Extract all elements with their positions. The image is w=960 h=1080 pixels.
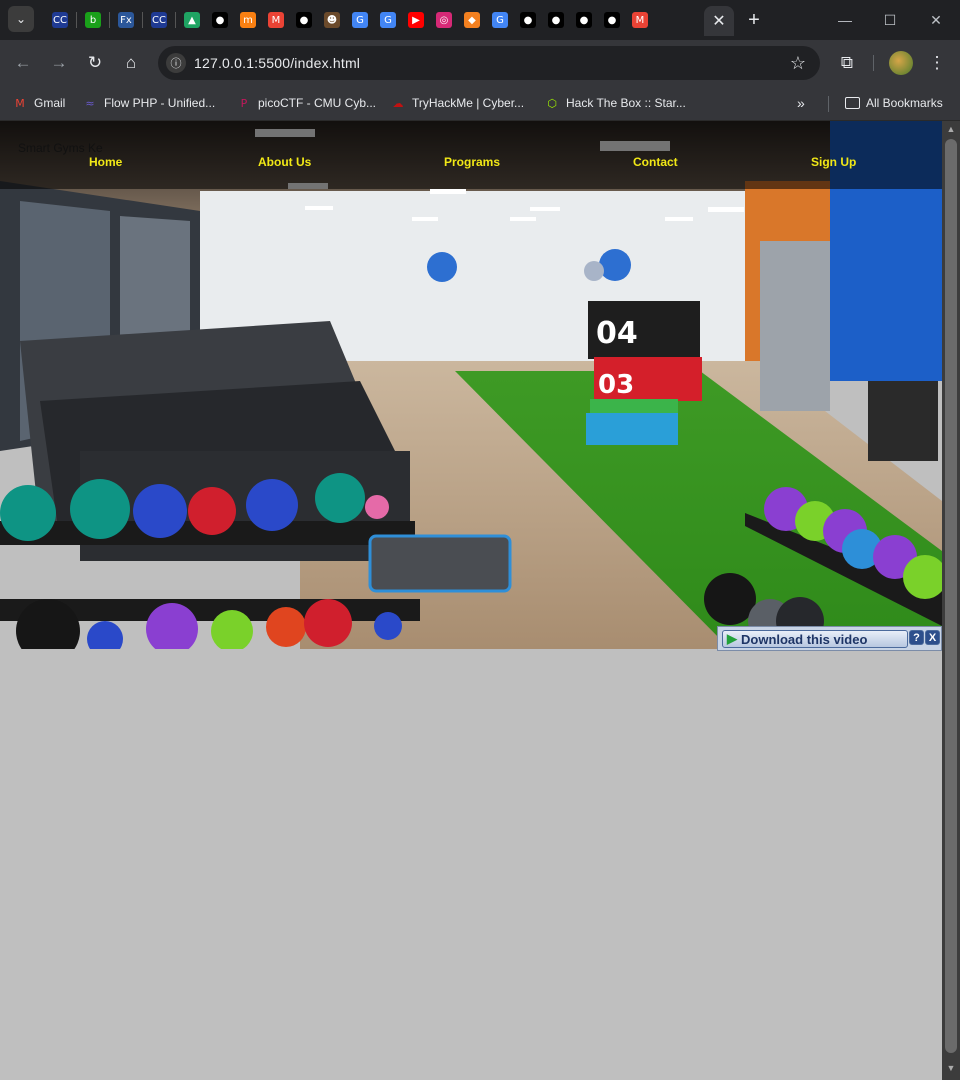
moodle-icon[interactable]: m xyxy=(240,12,256,28)
toolbar-divider xyxy=(873,55,874,71)
formula-icon[interactable]: Fx xyxy=(118,12,134,28)
google-icon[interactable]: G xyxy=(492,12,508,28)
gym-hero-image: 04 03 xyxy=(0,121,942,649)
gmail-icon: M xyxy=(15,96,25,110)
google-drive-icon[interactable]: ▲ xyxy=(184,12,200,28)
bookmark-label: Hack The Box :: Star... xyxy=(566,96,686,110)
instagram-icon[interactable]: ◎ xyxy=(436,12,452,28)
scroll-up-arrow-icon[interactable]: ▲ xyxy=(946,124,956,136)
site-navbar: Smart Gyms Ke Home About Us Programs Con… xyxy=(0,121,942,189)
nav-home-link[interactable]: Home xyxy=(89,155,122,169)
gmail-icon[interactable]: M xyxy=(632,12,648,28)
bookmark-item[interactable]: ⬡ Hack The Box :: Star... xyxy=(544,93,686,113)
address-bar[interactable]: ⓘ 127.0.0.1:5500/index.html ☆ xyxy=(158,46,820,80)
extensions-icon[interactable]: ⧉ xyxy=(834,50,860,76)
google-icon[interactable]: G xyxy=(352,12,368,28)
hacker-icon[interactable]: ☻ xyxy=(324,12,340,28)
hackthebox-icon: ⬡ xyxy=(547,96,557,110)
video-download-bar: ▶ Download this video ? X xyxy=(717,626,942,651)
github-icon[interactable]: ● xyxy=(212,12,228,28)
scrollbar-thumb[interactable] xyxy=(945,139,957,1053)
bookmark-label: TryHackMe | Cyber... xyxy=(412,96,525,110)
all-bookmarks-label: All Bookmarks xyxy=(866,96,943,110)
nav-about-link[interactable]: About Us xyxy=(258,155,311,169)
all-bookmarks-button[interactable]: All Bookmarks xyxy=(845,93,943,113)
picoctf-icon: P xyxy=(240,96,248,110)
site-info-icon[interactable]: ⓘ xyxy=(166,53,186,73)
bookmark-star-icon[interactable]: ☆ xyxy=(790,53,806,74)
bookmarks-bar: M Gmail ≈ Flow PHP - Unified... PpicoCTF - C… xyxy=(0,86,960,121)
codecademy-icon[interactable]: CC xyxy=(151,12,167,28)
profile-avatar[interactable] xyxy=(889,51,913,75)
help-button[interactable]: ? xyxy=(909,630,924,645)
folder-icon xyxy=(845,97,860,109)
bitdefender-icon[interactable]: b xyxy=(85,12,101,28)
tryhackme-icon: ☁ xyxy=(392,96,404,110)
download-video-label: Download this video xyxy=(741,631,868,647)
bookmark-item[interactable]: M Gmail xyxy=(12,93,65,113)
tab-separator xyxy=(76,12,77,28)
active-tab-close-button[interactable]: ✕ xyxy=(704,6,734,36)
github-icon[interactable]: ● xyxy=(548,12,564,28)
url-text[interactable]: 127.0.0.1:5500/index.html xyxy=(194,55,360,71)
nav-programs-link[interactable]: Programs xyxy=(444,155,500,169)
more-bookmarks-icon[interactable]: » xyxy=(797,93,805,113)
tab-strip: ⌄ CC b Fx CC ▲ ● m M ● ☻ G G ▶ ◎ ◆ G ● ● ● ● M ✕ + — ☐ ✕ xyxy=(0,0,960,40)
hero-video[interactable]: 04 03 Smart Gyms Ke Home About Us Progra… xyxy=(0,121,942,649)
tab-separator xyxy=(175,12,176,28)
tab-separator xyxy=(109,12,110,28)
google-icon[interactable]: G xyxy=(380,12,396,28)
bookmark-item[interactable]: PpicoCTF - CMU Cyb... xyxy=(236,93,376,113)
codecademy-icon[interactable]: CC xyxy=(52,12,68,28)
flow-php-icon: ≈ xyxy=(85,96,95,110)
forward-button[interactable]: → xyxy=(46,50,72,76)
minimize-button[interactable]: — xyxy=(830,6,860,34)
maximize-button[interactable]: ☐ xyxy=(875,6,905,34)
github-icon[interactable]: ● xyxy=(520,12,536,28)
bookmark-item[interactable]: ≈ Flow PHP - Unified... xyxy=(82,93,215,113)
tab-separator xyxy=(142,12,143,28)
bookmark-label: Flow PHP - Unified... xyxy=(104,96,216,110)
svg-text:03: 03 xyxy=(598,370,634,400)
close-download-bar-button[interactable]: X xyxy=(925,630,940,645)
site-brand[interactable]: Smart Gyms Ke xyxy=(18,141,103,155)
cloud-icon[interactable]: ◆ xyxy=(464,12,480,28)
close-window-button[interactable]: ✕ xyxy=(921,6,951,34)
bookmark-item[interactable]: ☁ TryHackMe | Cyber... xyxy=(390,93,525,113)
svg-text:04: 04 xyxy=(596,316,638,351)
scroll-down-arrow-icon[interactable]: ▼ xyxy=(946,1063,956,1075)
download-video-button[interactable]: ▶ Download this video xyxy=(722,630,908,648)
github-icon[interactable]: ● xyxy=(576,12,592,28)
page-viewport: 04 03 Smart Gyms Ke Home About Us Progra… xyxy=(0,121,942,1080)
bookmark-label: picoCTF - CMU Cyb... xyxy=(258,96,377,110)
tab-search-button[interactable]: ⌄ xyxy=(8,6,34,32)
tab-list: CC b Fx CC ▲ ● m M ● ☻ G G ▶ ◎ ◆ G ● ● ● ● M xyxy=(46,8,654,32)
new-tab-button[interactable]: + xyxy=(742,8,766,32)
menu-icon[interactable]: ⋮ xyxy=(924,50,950,76)
bookmarks-divider xyxy=(828,96,829,112)
nav-contact-link[interactable]: Contact xyxy=(633,155,678,169)
browser-chrome: ⌄ CC b Fx CC ▲ ● m M ● ☻ G G ▶ ◎ ◆ G ● ● ● ● M ✕ + — ☐ ✕ ← →… xyxy=(0,0,960,121)
gmail-icon[interactable]: M xyxy=(268,12,284,28)
youtube-icon[interactable]: ▶ xyxy=(408,12,424,28)
nav-signup-link[interactable]: Sign Up xyxy=(811,155,856,169)
bookmark-label: Gmail xyxy=(34,96,66,110)
back-button[interactable]: ← xyxy=(10,50,36,76)
github-icon[interactable]: ● xyxy=(296,12,312,28)
github-icon[interactable]: ● xyxy=(604,12,620,28)
page-scrollbar[interactable]: ▲ ▼ xyxy=(942,121,960,1080)
browser-toolbar: ← → ↻ ⌂ ⓘ 127.0.0.1:5500/index.html ☆ ⧉ … xyxy=(0,40,960,86)
play-icon: ▶ xyxy=(727,631,737,646)
reload-button[interactable]: ↻ xyxy=(82,50,108,76)
home-button[interactable]: ⌂ xyxy=(118,50,144,76)
